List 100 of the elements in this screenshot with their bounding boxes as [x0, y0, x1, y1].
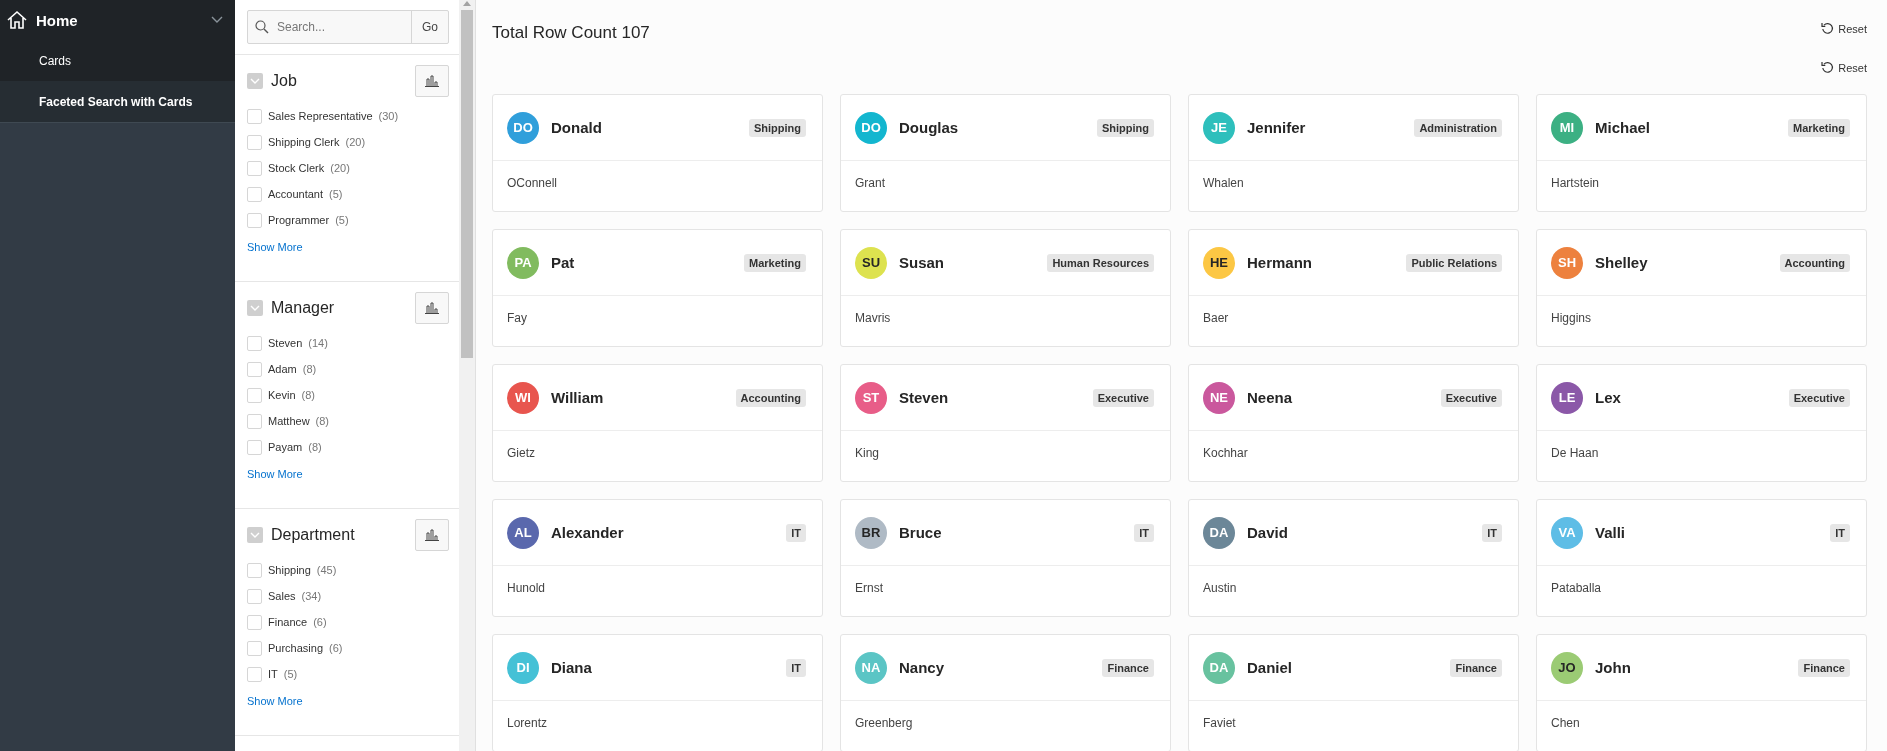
bar-chart-icon	[424, 302, 440, 314]
department-badge: Executive	[1440, 388, 1502, 407]
checkbox[interactable]	[247, 361, 262, 377]
option-count: (45)	[316, 564, 337, 576]
card-body-text: Kochhar	[1202, 445, 1249, 462]
option-label[interactable]: Stock Clerk	[268, 162, 325, 174]
reset-button[interactable]: Reset	[1821, 22, 1867, 35]
employee-card[interactable]: DA David IT Austin	[1188, 499, 1519, 617]
show-more-link[interactable]: Show More	[247, 468, 303, 480]
employee-card[interactable]: NA Nancy Finance Greenberg	[840, 634, 1171, 751]
checkbox[interactable]	[247, 134, 262, 150]
employee-card[interactable]: ST Steven Executive King	[840, 364, 1171, 482]
option-label[interactable]: Payam	[268, 441, 303, 453]
collapse-toggle[interactable]	[247, 300, 263, 316]
employee-card[interactable]: DA Daniel Finance Faviet	[1188, 634, 1519, 751]
employee-card[interactable]: DI Diana IT Lorentz	[492, 634, 823, 751]
checkbox[interactable]	[247, 212, 262, 228]
checkbox[interactable]	[247, 439, 262, 455]
home-icon	[6, 9, 28, 31]
card-body-text: Whalen	[1202, 175, 1245, 192]
employee-card[interactable]: BR Bruce IT Ernst	[840, 499, 1171, 617]
employee-card[interactable]: VA Valli IT Pataballa	[1536, 499, 1867, 617]
avatar-initials: JE	[1203, 111, 1235, 144]
avatar-initials: ST	[855, 381, 887, 414]
option-label[interactable]: Sales	[268, 590, 296, 602]
option-count: (8)	[315, 415, 330, 427]
card-body-text: Hartstein	[1550, 175, 1601, 192]
card-body-text: De Haan	[1550, 445, 1600, 462]
chart-button[interactable]	[415, 519, 449, 551]
card-body-text: Greenberg	[854, 715, 914, 732]
checkbox[interactable]	[247, 387, 262, 403]
reset-button[interactable]: Reset	[1821, 61, 1867, 74]
option-label[interactable]: IT	[268, 668, 278, 680]
card-title: Daniel	[1247, 659, 1293, 676]
checkbox[interactable]	[247, 562, 262, 578]
scrollbar[interactable]	[459, 0, 475, 751]
checkbox[interactable]	[247, 186, 262, 202]
department-badge: Finance	[1798, 658, 1850, 677]
option-label[interactable]: Adam	[268, 363, 297, 375]
option-label[interactable]: Accountant	[268, 188, 324, 200]
collapse-toggle[interactable]	[247, 527, 263, 543]
avatar-initials: LE	[1551, 381, 1583, 414]
employee-card[interactable]: PA Pat Marketing Fay	[492, 229, 823, 347]
employee-card[interactable]: MI Michael Marketing Hartstein	[1536, 94, 1867, 212]
avatar-initials: DO	[507, 111, 539, 144]
nav-item[interactable]: Cards	[0, 40, 235, 81]
employee-card[interactable]: DO Douglas Shipping Grant	[840, 94, 1171, 212]
option-label[interactable]: Kevin	[268, 389, 296, 401]
card-title: John	[1595, 659, 1632, 676]
employee-card[interactable]: DO Donald Shipping OConnell	[492, 94, 823, 212]
checkbox[interactable]	[247, 640, 262, 656]
collapse-toggle[interactable]	[247, 73, 263, 89]
checkbox[interactable]	[247, 666, 262, 682]
scroll-up-icon[interactable]	[463, 0, 471, 6]
option-label[interactable]: Matthew	[268, 415, 310, 427]
department-badge: Public Relations	[1406, 253, 1502, 272]
employee-card[interactable]: JO John Finance Chen	[1536, 634, 1867, 751]
show-more-link[interactable]: Show More	[247, 695, 303, 707]
nav-item[interactable]: Faceted Search with Cards	[0, 81, 235, 123]
department-badge: Marketing	[1788, 118, 1850, 137]
avatar-initials: VA	[1551, 516, 1583, 549]
employee-card[interactable]: NE Neena Executive Kochhar	[1188, 364, 1519, 482]
employee-card[interactable]: AL Alexander IT Hunold	[492, 499, 823, 617]
checkbox[interactable]	[247, 335, 262, 351]
department-badge: IT	[1482, 523, 1502, 542]
avatar-initials: BR	[855, 516, 887, 549]
avatar-initials: JO	[1551, 651, 1583, 684]
avatar-initials: MI	[1551, 111, 1583, 144]
checkbox[interactable]	[247, 413, 262, 429]
option-label[interactable]: Finance	[268, 616, 308, 628]
go-button[interactable]: Go	[412, 11, 448, 43]
card-body-text: Pataballa	[1550, 580, 1603, 597]
checkbox[interactable]	[247, 588, 262, 604]
card-body-text: Ernst	[854, 580, 884, 597]
show-more-link[interactable]: Show More	[247, 241, 303, 253]
checkbox[interactable]	[247, 160, 262, 176]
employee-card[interactable]: WI William Accounting Gietz	[492, 364, 823, 482]
option-label[interactable]: Steven	[268, 337, 303, 349]
employee-card[interactable]: JE Jennifer Administration Whalen	[1188, 94, 1519, 212]
option-label[interactable]: Shipping	[268, 564, 311, 576]
employee-card[interactable]: LE Lex Executive De Haan	[1536, 364, 1867, 482]
department-badge: Marketing	[744, 253, 806, 272]
nav-item[interactable]: Home	[0, 0, 235, 40]
chart-button[interactable]	[415, 65, 449, 97]
option-count: (6)	[329, 642, 343, 654]
card-title: Lex	[1595, 389, 1622, 406]
chart-button[interactable]	[415, 292, 449, 324]
checkbox[interactable]	[247, 108, 262, 124]
option-label[interactable]: Programmer	[268, 214, 330, 226]
option-count: (34)	[301, 590, 322, 602]
option-label[interactable]: Sales Representative	[268, 110, 373, 122]
checkbox[interactable]	[247, 614, 262, 630]
option-label[interactable]: Purchasing	[268, 642, 324, 654]
option-label[interactable]: Shipping Clerk	[268, 136, 340, 148]
search-field[interactable]: Search... Go	[247, 10, 449, 44]
employee-card[interactable]: SH Shelley Accounting Higgins	[1536, 229, 1867, 347]
chevron-icon[interactable]	[211, 16, 223, 24]
employee-card[interactable]: HE Hermann Public Relations Baer	[1188, 229, 1519, 347]
employee-card[interactable]: SU Susan Human Resources Mavris	[840, 229, 1171, 347]
department-badge: IT	[1134, 523, 1154, 542]
